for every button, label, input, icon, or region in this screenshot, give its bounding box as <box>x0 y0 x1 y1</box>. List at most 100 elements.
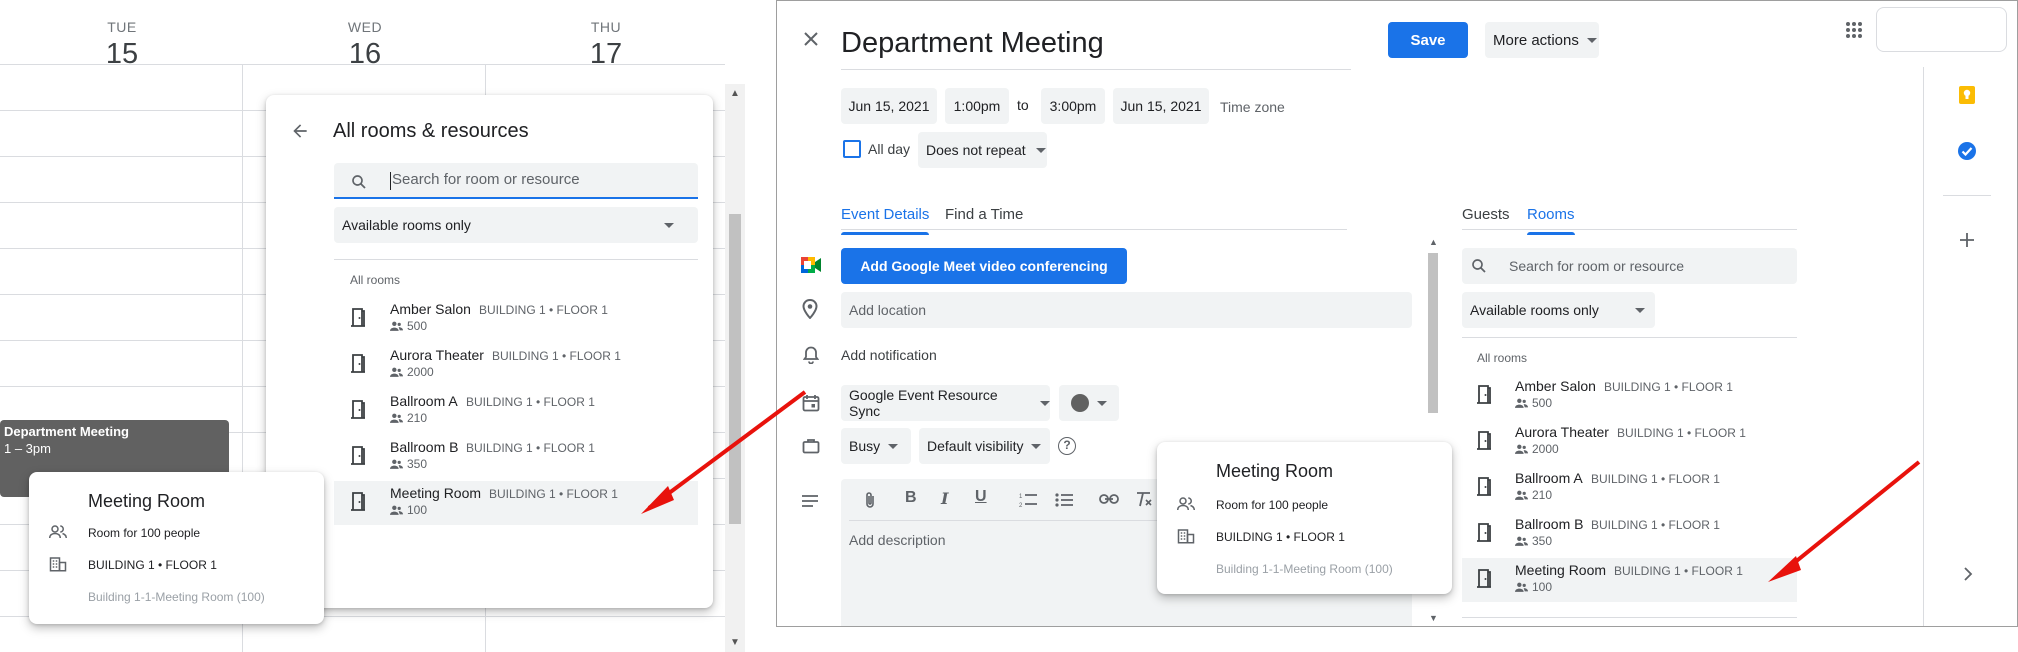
door-icon <box>1476 476 1492 496</box>
room-details-card: Meeting Room Room for 100 people BUILDIN… <box>1157 442 1452 594</box>
bulleted-list-icon[interactable] <box>1055 492 1073 508</box>
room-capacity: 2000 <box>1515 442 1559 456</box>
start-date-chip[interactable]: Jun 15, 2021 <box>841 88 937 124</box>
dropdown-caret-icon <box>1040 400 1050 406</box>
calendar-select[interactable]: Google Event Resource Sync <box>841 385 1050 421</box>
calendar-select-value: Google Event Resource Sync <box>849 387 998 419</box>
scroll-down-arrow-icon[interactable]: ▼ <box>730 637 740 648</box>
room-search-input[interactable]: Search for room or resource <box>334 163 698 199</box>
scroll-down-arrow-icon[interactable]: ▼ <box>1429 613 1438 623</box>
search-placeholder: Search for room or resource <box>1509 258 1685 274</box>
tab-rooms-label: Rooms <box>1527 206 1575 223</box>
room-details-title: Meeting Room <box>88 491 206 511</box>
add-notification-button[interactable]: Add notification <box>841 347 937 363</box>
calendar-week-view: TUE 15 WED 16 THU 17 ▲ ▼ Department Meet… <box>0 0 745 652</box>
tasks-icon[interactable] <box>1957 141 1977 161</box>
apps-grid-icon[interactable] <box>1845 21 1863 39</box>
dropdown-caret-icon <box>1031 443 1042 449</box>
scrollbar-thumb[interactable] <box>1428 253 1438 413</box>
end-time-chip[interactable]: 3:00pm <box>1041 88 1105 124</box>
account-box[interactable] <box>1876 7 2007 52</box>
underline-icon[interactable]: U <box>975 488 987 506</box>
calendar-scrollbar[interactable]: ▲ ▼ <box>725 84 745 652</box>
room-item[interactable]: Meeting Room BUILDING 1 • FLOOR 1 100 <box>334 481 698 525</box>
day-number-thu[interactable]: 17 <box>566 38 646 71</box>
italic-icon[interactable]: I <box>941 489 948 508</box>
room-item[interactable]: Ballroom B BUILDING 1 • FLOOR 1 350 <box>334 435 698 479</box>
bold-icon[interactable]: B <box>905 489 917 507</box>
repeat-select[interactable]: Does not repeat <box>918 132 1047 168</box>
availability-filter-select[interactable]: Available rooms only <box>334 207 698 243</box>
room-building: BUILDING 1 • FLOOR 1 <box>492 349 621 363</box>
dropdown-caret-icon <box>1035 147 1046 153</box>
close-icon[interactable] <box>803 31 819 47</box>
room-name: Meeting Room <box>1515 562 1607 578</box>
all-day-checkbox[interactable] <box>843 140 861 158</box>
room-item[interactable]: Ballroom A BUILDING 1 • FLOOR 1 210 <box>1462 466 1797 510</box>
help-icon[interactable]: ? <box>1058 437 1076 455</box>
plus-icon[interactable] <box>1959 232 1975 248</box>
availability-value: Busy <box>849 438 881 454</box>
day-number-tue[interactable]: 15 <box>82 38 162 71</box>
room-building: BUILDING 1 • FLOOR 1 <box>1614 564 1743 578</box>
day-number-wed[interactable]: 16 <box>325 38 405 71</box>
room-capacity-value: 2000 <box>1532 442 1559 456</box>
scroll-up-arrow-icon[interactable]: ▲ <box>1429 237 1438 247</box>
room-item[interactable]: Ballroom B BUILDING 1 • FLOOR 1 350 <box>1462 512 1797 556</box>
keep-icon[interactable] <box>1957 85 1977 105</box>
room-name: Ballroom A <box>1515 470 1583 486</box>
people-icon <box>1515 582 1528 592</box>
scroll-up-arrow-icon[interactable]: ▲ <box>730 88 740 99</box>
end-date-chip[interactable]: Jun 15, 2021 <box>1113 88 1209 124</box>
search-icon <box>350 173 368 191</box>
people-icon <box>390 321 403 331</box>
room-item[interactable]: Amber Salon BUILDING 1 • FLOOR 1 500 <box>1462 374 1797 418</box>
tab-find-a-time[interactable]: Find a Time <box>945 206 1023 223</box>
tabs-divider <box>1462 229 1797 230</box>
room-building: BUILDING 1 • FLOOR 1 <box>466 395 595 409</box>
room-item[interactable]: Ballroom A BUILDING 1 • FLOOR 1 210 <box>334 389 698 433</box>
start-time-chip[interactable]: 1:00pm <box>945 88 1009 124</box>
room-capacity: 210 <box>390 411 427 425</box>
room-item[interactable]: Amber Salon BUILDING 1 • FLOOR 1 500 <box>334 297 698 341</box>
tab-guests[interactable]: Guests <box>1462 206 1510 223</box>
door-icon <box>350 307 366 327</box>
numbered-list-icon[interactable]: 12 <box>1019 492 1037 508</box>
attachment-icon[interactable] <box>863 491 877 509</box>
event-color-select[interactable] <box>1059 385 1119 421</box>
visibility-select[interactable]: Default visibility <box>919 428 1050 464</box>
remove-formatting-icon[interactable] <box>1135 491 1153 507</box>
time-zone-button[interactable]: Time zone <box>1220 99 1285 115</box>
availability-select[interactable]: Busy <box>841 428 911 464</box>
google-meet-icon <box>801 257 821 273</box>
room-details-title: Meeting Room <box>1216 461 1334 481</box>
add-google-meet-button[interactable]: Add Google Meet video conferencing <box>841 248 1127 284</box>
room-search-input[interactable]: Search for room or resource <box>1462 248 1797 284</box>
link-icon[interactable] <box>1099 494 1119 504</box>
bell-icon <box>803 346 819 364</box>
description-icon <box>801 494 819 508</box>
more-actions-button[interactable]: More actions <box>1485 22 1599 58</box>
room-item[interactable]: Aurora Theater BUILDING 1 • FLOOR 1 2000 <box>334 343 698 387</box>
room-building: BUILDING 1 • FLOOR 1 <box>1591 472 1720 486</box>
event-title-input[interactable]: Department Meeting <box>841 27 1104 60</box>
availability-filter-select[interactable]: Available rooms only <box>1462 292 1655 328</box>
location-input[interactable]: Add location <box>841 292 1412 328</box>
room-capacity-value: 350 <box>1532 534 1553 548</box>
back-arrow-icon[interactable] <box>290 121 310 141</box>
day-name-thu: THU <box>590 19 622 35</box>
room-name: Amber Salon <box>390 301 471 317</box>
chevron-right-icon[interactable] <box>1963 567 1973 581</box>
room-item[interactable]: Aurora Theater BUILDING 1 • FLOOR 1 2000 <box>1462 420 1797 464</box>
room-capacity-value: 210 <box>1532 488 1553 502</box>
room-capacity-text: Room for 100 people <box>1216 498 1329 512</box>
room-name: Ballroom B <box>390 439 459 455</box>
scrollbar-thumb[interactable] <box>729 214 741 524</box>
active-tab-indicator <box>1527 232 1575 235</box>
tab-event-details[interactable]: Event Details <box>841 206 930 235</box>
save-button[interactable]: Save <box>1388 22 1468 58</box>
tab-rooms[interactable]: Rooms <box>1527 206 1575 235</box>
room-building: BUILDING 1 • FLOOR 1 <box>1591 518 1720 532</box>
room-building: BUILDING 1 • FLOOR 1 <box>489 487 618 501</box>
room-item[interactable]: Meeting Room BUILDING 1 • FLOOR 1 100 <box>1462 558 1797 602</box>
